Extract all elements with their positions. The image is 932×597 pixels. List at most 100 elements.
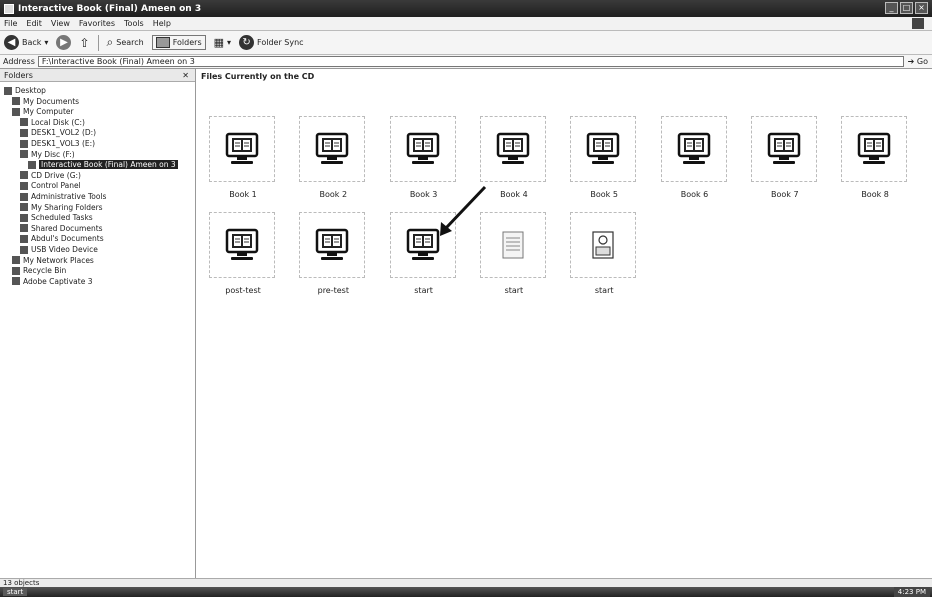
file-label: Book 5 [590, 190, 618, 199]
file-thumbnail [660, 116, 727, 182]
folder-tree-item-label: My Sharing Folders [31, 202, 103, 212]
folder-tree-item-label: Adobe Captivate 3 [23, 276, 93, 286]
file-thumbnail [299, 116, 366, 182]
file-label: Book 6 [680, 190, 709, 199]
windows-flag-icon [912, 18, 924, 29]
menu-edit[interactable]: Edit [26, 19, 42, 28]
file-tile[interactable]: post-test [207, 212, 279, 308]
folder-icon [20, 213, 28, 222]
folder-icon [12, 97, 20, 106]
file-tile[interactable]: Book 7 [749, 116, 821, 212]
status-bar: 13 objects [0, 578, 932, 587]
start-button[interactable]: start [3, 588, 28, 596]
file-label: post-test [225, 286, 261, 295]
back-button[interactable]: ◀ Back ▾ [4, 35, 48, 50]
folder-sync-button[interactable]: ↻ Folder Sync [239, 35, 304, 50]
book-monitor-icon [406, 228, 439, 260]
go-button[interactable]: ➔ Go [904, 57, 932, 66]
content-area: Files Currently on the CD Book 1 Book 2 Bo… [197, 69, 932, 578]
folder-icon [20, 118, 28, 127]
file-label: Book 2 [319, 190, 348, 199]
close-button[interactable]: × [915, 2, 928, 14]
folder-tree-item[interactable]: Desktop [4, 86, 46, 95]
file-label: Book 7 [771, 190, 799, 199]
search-icon: ⌕ [106, 35, 114, 49]
folder-icon [20, 234, 28, 243]
folders-pane: Folders ✕ Desktop My Documents My Computer… [0, 69, 196, 578]
book-monitor-icon [225, 228, 259, 260]
file-thumbnail [479, 116, 546, 182]
folder-tree-item[interactable]: My Network Places [12, 256, 94, 265]
file-tile[interactable]: Book 1 [207, 116, 279, 212]
file-tile[interactable]: Book 6 [659, 116, 731, 212]
forward-button[interactable]: ▶ [56, 35, 72, 50]
up-button[interactable]: ⇧ [79, 36, 89, 50]
book-monitor-icon [586, 132, 620, 164]
menu-tools[interactable]: Tools [124, 19, 144, 28]
address-label: Address [3, 57, 35, 66]
folder-app-icon [4, 3, 14, 14]
folder-tree-item-label: Scheduled Tasks [31, 213, 93, 223]
file-tile[interactable]: Book 2 [297, 116, 369, 212]
menu-view[interactable]: View [51, 19, 70, 28]
folder-icon [20, 203, 28, 212]
maximize-button[interactable]: □ [900, 2, 913, 14]
folder-tree-item[interactable]: Shared Documents [20, 224, 103, 233]
menu-help[interactable]: Help [153, 19, 171, 28]
go-arrow-icon: ➔ [907, 57, 915, 66]
folder-tree-item[interactable]: My Computer [12, 107, 74, 116]
file-label: Book 4 [500, 190, 528, 199]
menu-favorites[interactable]: Favorites [79, 19, 115, 28]
folder-tree-item[interactable]: My Disc (F:) [20, 150, 75, 159]
folder-tree-item[interactable]: DESK1_VOL3 (E:) [20, 139, 95, 148]
forward-arrow-icon: ▶ [56, 35, 72, 50]
folder-tree-item-label: Interactive Book (Final) Ameen on 3 [39, 160, 178, 170]
folder-icon [20, 181, 28, 190]
file-tile[interactable]: Book 3 [388, 116, 460, 212]
folder-tree-item[interactable]: Abdul's Documents [20, 234, 104, 243]
menu-file[interactable]: File [4, 19, 17, 28]
book-monitor-icon [406, 132, 439, 164]
folder-tree-item[interactable]: Scheduled Tasks [20, 213, 93, 222]
address-field[interactable]: F:\Interactive Book (Final) Ameen on 3 [37, 56, 904, 67]
folder-tree-item[interactable]: Administrative Tools [20, 192, 106, 201]
folder-tree-item[interactable]: Interactive Book (Final) Ameen on 3 [28, 160, 178, 170]
folder-tree-item-label: My Computer [23, 107, 74, 117]
folder-tree-item[interactable]: USB Video Device [20, 245, 98, 254]
book-monitor-icon [316, 228, 349, 260]
folder-tree-item[interactable]: CD Drive (G:) [20, 171, 81, 180]
file-tile[interactable]: Book 5 [568, 116, 640, 212]
folder-icon [12, 256, 20, 265]
file-tile[interactable]: pre-test [297, 212, 369, 308]
folder-tree-item[interactable]: Local Disk (C:) [20, 118, 85, 127]
book-monitor-icon [496, 132, 530, 164]
search-button[interactable]: ⌕ Search [107, 35, 144, 50]
search-label: Search [116, 38, 144, 47]
file-thumbnail [389, 116, 456, 182]
up-folder-icon: ⇧ [79, 35, 90, 50]
minimize-button[interactable]: _ [885, 2, 898, 14]
file-label: Book 8 [861, 190, 889, 199]
file-tile[interactable]: start [388, 212, 460, 308]
file-tile[interactable]: start [568, 212, 640, 308]
folder-tree-item[interactable]: DESK1_VOL2 (D:) [20, 128, 96, 137]
folder-tree-item[interactable]: My Documents [12, 97, 79, 106]
file-label: start [594, 286, 614, 295]
file-label: pre-test [317, 286, 349, 295]
file-tile[interactable]: Book 4 [478, 116, 550, 212]
folder-icon [20, 139, 28, 148]
views-button[interactable]: ▦ ▾ [214, 36, 231, 49]
folder-tree-item[interactable]: Recycle Bin [12, 266, 66, 275]
file-tile[interactable]: Book 8 [839, 116, 911, 212]
system-tray-clock: 4:23 PM [893, 587, 930, 597]
folders-button[interactable]: Folders [151, 35, 206, 50]
close-pane-icon[interactable]: ✕ [182, 71, 189, 80]
folder-tree-item[interactable]: Adobe Captivate 3 [12, 277, 92, 286]
taskbar: start 4:23 PM [0, 587, 932, 597]
folder-tree-item[interactable]: My Sharing Folders [20, 203, 103, 212]
text-document-icon [502, 231, 524, 259]
file-tile[interactable]: start [478, 212, 550, 308]
folder-tree-item-label: Abdul's Documents [31, 234, 104, 244]
book-monitor-icon [677, 132, 710, 164]
folder-tree-item[interactable]: Control Panel [20, 181, 81, 190]
